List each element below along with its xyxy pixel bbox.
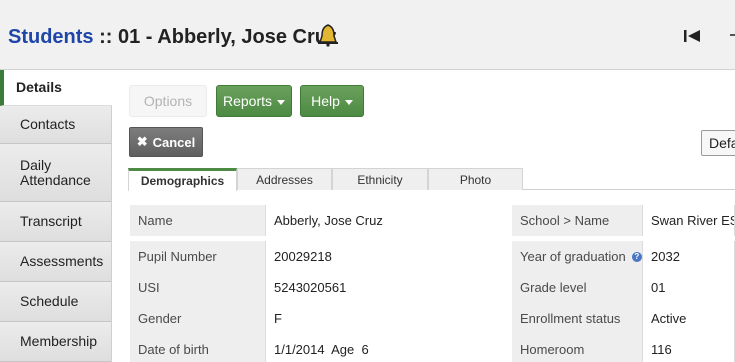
- field-label: USI: [130, 272, 265, 303]
- tab-label: Addresses: [256, 172, 313, 187]
- grade-level-value: 01: [642, 272, 735, 303]
- default-button[interactable]: Defa: [701, 130, 735, 156]
- side-navigation: Details Contacts Daily Attendance Transc…: [0, 70, 112, 362]
- info-icon[interactable]: ?: [631, 251, 642, 262]
- sidebar-item-label: Membership: [20, 333, 98, 349]
- sidebar-item-label: Schedule: [20, 293, 79, 309]
- demographics-grid: Name Abberly, Jose Cruz School > Name Sw…: [130, 205, 735, 362]
- field-label: Homeroom: [512, 334, 642, 362]
- next-record-icon[interactable]: [730, 34, 735, 36]
- tab-demographics[interactable]: Demographics: [128, 168, 237, 191]
- help-label: Help: [311, 93, 340, 109]
- caret-down-icon: [344, 99, 353, 105]
- tab-label: Ethnicity: [357, 172, 403, 187]
- options-label: Options: [143, 93, 193, 109]
- field-label: Enrollment status: [512, 303, 642, 334]
- field-label: Pupil Number: [130, 241, 265, 272]
- sidebar-item-label: Transcript: [20, 213, 82, 229]
- record-name: 01 - Abberly, Jose Cruz: [118, 26, 337, 48]
- tab-addresses[interactable]: Addresses: [237, 168, 332, 190]
- enrollment-status-value: Active: [642, 303, 735, 334]
- sidebar-item-label: Details: [16, 79, 62, 95]
- tab-photo[interactable]: Photo: [428, 168, 523, 190]
- reports-label: Reports: [222, 93, 273, 109]
- field-label: Date of birth: [130, 334, 265, 362]
- reports-button[interactable]: Reports: [216, 85, 292, 117]
- field-label: Name: [130, 205, 265, 236]
- field-label-text: Year of graduation: [520, 249, 626, 264]
- field-label: School > Name: [512, 205, 642, 236]
- sidebar-item-assessments[interactable]: Assessments: [0, 242, 111, 282]
- page-header: Students :: 01 - Abberly, Jose Cruz: [0, 0, 735, 70]
- title-separator: ::: [93, 26, 118, 48]
- sidebar-item-daily-attendance[interactable]: Daily Attendance: [0, 144, 111, 202]
- help-button[interactable]: Help: [300, 85, 364, 117]
- sidebar-item-label: Daily Attendance: [20, 156, 91, 188]
- homeroom-value: 116: [642, 334, 735, 362]
- tab-label: Demographics: [140, 174, 225, 188]
- default-label: Defa: [709, 135, 735, 151]
- year-of-graduation-value: 2032: [642, 241, 735, 272]
- sidebar-item-transcript[interactable]: Transcript: [0, 202, 111, 242]
- cancel-button[interactable]: ✖ Cancel: [129, 127, 203, 157]
- close-icon: ✖: [136, 134, 148, 149]
- cancel-label: Cancel: [152, 134, 196, 150]
- first-record-icon[interactable]: [683, 29, 701, 43]
- page-title: Students :: 01 - Abberly, Jose Cruz: [8, 26, 337, 49]
- sidebar-item-label: Assessments: [20, 253, 104, 269]
- sidebar-item-details[interactable]: Details: [0, 70, 112, 106]
- bell-icon[interactable]: [317, 23, 339, 47]
- caret-down-icon: [277, 99, 286, 105]
- field-label: Gender: [130, 303, 265, 334]
- sidebar-item-contacts[interactable]: Contacts: [0, 106, 111, 144]
- tab-ethnicity[interactable]: Ethnicity: [332, 168, 428, 190]
- field-label: Grade level: [512, 272, 642, 303]
- sidebar-item-schedule[interactable]: Schedule: [0, 282, 111, 322]
- sidebar-item-label: Contacts: [20, 116, 76, 132]
- tab-label: Photo: [459, 172, 492, 187]
- school-name-value: Swan River ES: [642, 205, 735, 236]
- year-of-graduation-label: Year of graduation?: [512, 241, 642, 272]
- module-link[interactable]: Students: [8, 26, 94, 48]
- options-button[interactable]: Options: [129, 85, 207, 117]
- sidebar-item-membership[interactable]: Membership: [0, 322, 111, 362]
